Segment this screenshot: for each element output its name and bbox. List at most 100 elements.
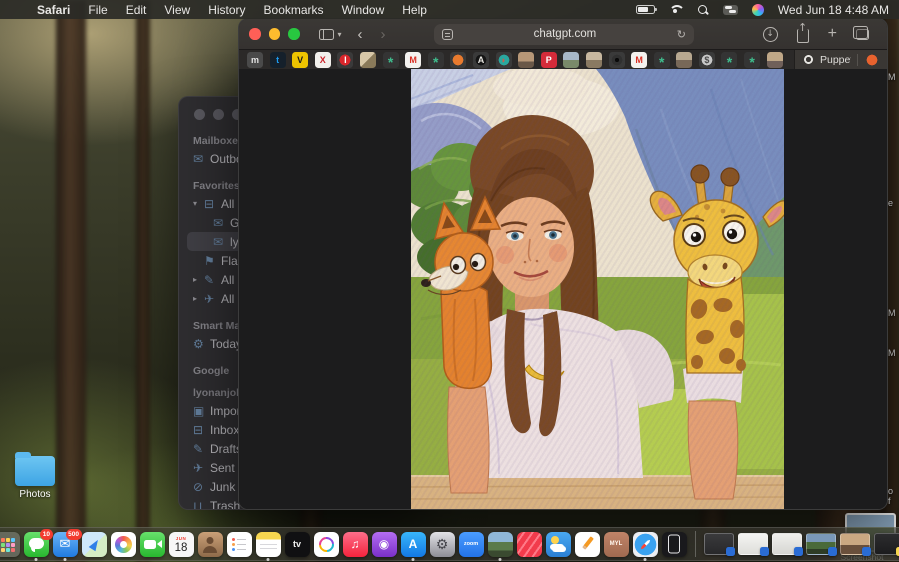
- menu-item[interactable]: History: [199, 3, 254, 17]
- safari-window[interactable]: ▾ ‹ › chatgpt.com ↻ ↓ + mtVXI * M * A ◗ P M * $ * *…: [238, 18, 888, 510]
- bookmark-favicon[interactable]: *: [721, 52, 737, 68]
- address-bar[interactable]: chatgpt.com ↻: [434, 24, 694, 45]
- myl[interactable]: MYL: [604, 532, 629, 557]
- new-tab-button[interactable]: +: [828, 26, 837, 42]
- bookmark-favicon[interactable]: *: [428, 52, 444, 68]
- spotlight-search-icon[interactable]: [697, 4, 709, 16]
- bookmark-favicon[interactable]: $: [699, 52, 715, 68]
- bookmark-favicon[interactable]: [676, 52, 692, 68]
- calendar[interactable]: JUN 18: [169, 532, 194, 557]
- contacts[interactable]: [198, 532, 223, 557]
- page-settings-icon[interactable]: [442, 29, 453, 40]
- safari-toolbar: ▾ ‹ › chatgpt.com ↻ ↓ +: [239, 19, 887, 49]
- url-text: chatgpt.com: [453, 28, 677, 40]
- iphone-mirroring[interactable]: [662, 532, 687, 557]
- minimized-window-notes[interactable]: [874, 533, 899, 555]
- bookmark-favicon[interactable]: *: [654, 52, 670, 68]
- maps[interactable]: [82, 532, 107, 557]
- bookmark-favicon[interactable]: ◗: [496, 52, 512, 68]
- reload-icon[interactable]: ↻: [677, 28, 686, 41]
- control-center-icon[interactable]: [723, 5, 738, 15]
- bookmark-favicon[interactable]: [360, 52, 376, 68]
- bookmark-favicon[interactable]: X: [315, 52, 331, 68]
- bookmark-favicon[interactable]: P: [541, 52, 557, 68]
- menu-item[interactable]: View: [155, 3, 199, 17]
- running-indicator: [644, 558, 647, 561]
- desktop-preview[interactable]: [488, 532, 513, 557]
- disclosure-chevron-icon[interactable]: ▾: [193, 199, 204, 208]
- weather[interactable]: [546, 532, 571, 557]
- bookmark-favicon[interactable]: I: [337, 52, 353, 68]
- bookmark-favicon[interactable]: *: [744, 52, 760, 68]
- launchpad[interactable]: [0, 532, 20, 557]
- disclosure-chevron-icon[interactable]: ▸: [193, 275, 204, 284]
- downloads-button[interactable]: ↓: [763, 27, 778, 42]
- tab-overview-button[interactable]: [856, 29, 869, 40]
- minimized-photo-portrait[interactable]: [840, 533, 870, 555]
- disclosure-chevron-icon[interactable]: ▸: [193, 294, 204, 303]
- minimized-photo-forest[interactable]: [806, 533, 836, 555]
- notes[interactable]: [256, 532, 281, 557]
- minimize-button[interactable]: [269, 28, 281, 40]
- puppets-artwork-image[interactable]: [411, 69, 784, 510]
- bookmark-favicon[interactable]: V: [292, 52, 308, 68]
- freeform[interactable]: [314, 532, 339, 557]
- app-store[interactable]: A: [401, 532, 426, 557]
- messages[interactable]: 10: [24, 532, 49, 557]
- app-icon: [140, 532, 165, 557]
- safari[interactable]: [633, 532, 658, 557]
- share-button[interactable]: [797, 29, 809, 43]
- bookmark-favicon[interactable]: [586, 52, 602, 68]
- minimized-document[interactable]: [772, 533, 802, 555]
- sidebar-toggle-button[interactable]: ▾: [319, 29, 342, 40]
- tab-favicon-orange[interactable]: [864, 52, 880, 68]
- minimized-window-dark[interactable]: [704, 533, 734, 555]
- bookmark-favicon[interactable]: [518, 52, 534, 68]
- menu-item[interactable]: Edit: [117, 3, 156, 17]
- minimize-button[interactable]: [213, 109, 224, 120]
- desktop-folder-photos[interactable]: Photos: [12, 456, 58, 500]
- bookmark-favicon[interactable]: *: [383, 52, 399, 68]
- close-button[interactable]: [194, 109, 205, 120]
- menu-item[interactable]: Bookmarks: [255, 3, 333, 17]
- bookmark-favicon[interactable]: [767, 52, 783, 68]
- chevron-down-icon: ▾: [338, 30, 342, 39]
- bookmark-favicon[interactable]: [450, 52, 466, 68]
- bookmark-favicon[interactable]: [563, 52, 579, 68]
- battery-icon[interactable]: [636, 5, 655, 14]
- system-settings[interactable]: ⚙: [430, 532, 455, 557]
- zoom-button[interactable]: [288, 28, 300, 40]
- app-icon: [488, 532, 513, 557]
- zoom[interactable]: zoom: [459, 532, 484, 557]
- pencil-app[interactable]: [575, 532, 600, 557]
- app-icon: zoom: [459, 532, 484, 557]
- bookmark-favicon[interactable]: M: [405, 52, 421, 68]
- menu-app-name[interactable]: Safari: [28, 3, 79, 17]
- menu-item[interactable]: Window: [333, 3, 394, 17]
- siri-icon[interactable]: [752, 4, 764, 16]
- wifi-icon[interactable]: [669, 5, 683, 15]
- bookmark-favicon[interactable]: t: [270, 52, 286, 68]
- facetime[interactable]: [140, 532, 165, 557]
- bookmark-favicon[interactable]: m: [247, 52, 263, 68]
- mail[interactable]: ✉ 500: [53, 532, 78, 557]
- forward-button[interactable]: ›: [381, 26, 386, 43]
- bookmark-favicon[interactable]: M: [631, 52, 647, 68]
- close-button[interactable]: [249, 28, 261, 40]
- apple-tv[interactable]: tv: [285, 532, 310, 557]
- photos[interactable]: [111, 532, 136, 557]
- music[interactable]: ♫: [343, 532, 368, 557]
- menu-item[interactable]: File: [79, 3, 116, 17]
- bookmark-favicon[interactable]: A: [473, 52, 489, 68]
- running-indicator: [412, 558, 415, 561]
- news[interactable]: [517, 532, 542, 557]
- app-icon: [0, 532, 20, 557]
- minimized-document[interactable]: [738, 533, 768, 555]
- reminders[interactable]: [227, 532, 252, 557]
- podcasts[interactable]: ◉: [372, 532, 397, 557]
- menu-bar-clock[interactable]: Wed Jun 18 4:48 AM: [778, 3, 889, 17]
- active-tab[interactable]: Puppets D…: [794, 50, 887, 69]
- menu-item[interactable]: Help: [393, 3, 436, 17]
- bookmark-favicon[interactable]: [609, 52, 625, 68]
- back-button[interactable]: ‹: [358, 26, 363, 43]
